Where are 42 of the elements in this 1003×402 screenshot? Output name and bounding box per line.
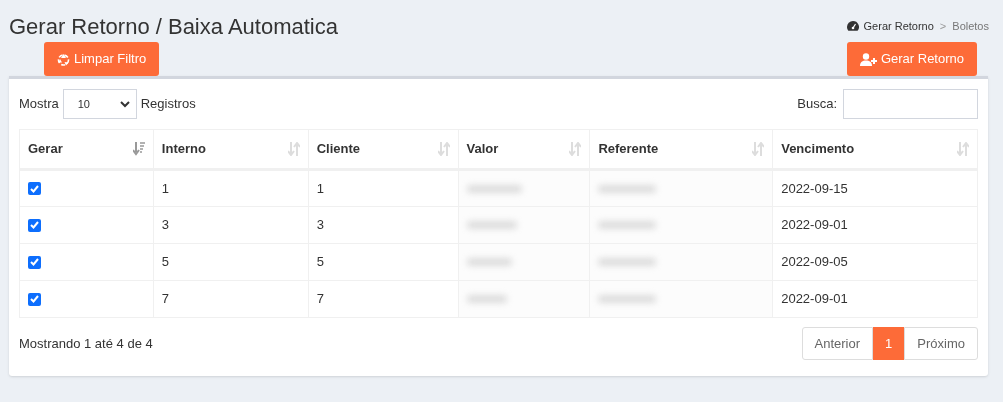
table-cell: 7: [153, 280, 309, 318]
page-button[interactable]: Próximo: [904, 327, 978, 360]
checkbox[interactable]: [28, 255, 41, 269]
table-cell: 1: [308, 169, 458, 207]
table-cell: 3: [153, 206, 309, 244]
checkbox[interactable]: [28, 218, 41, 232]
checkbox[interactable]: [28, 182, 41, 195]
page-title: Gerar Retorno / Baixa Automatica: [9, 12, 338, 41]
table-cell: 5: [153, 243, 309, 281]
table-cell: 3: [308, 206, 458, 244]
search-label: Busca:: [797, 95, 837, 114]
table-cell: 2022-09-01: [772, 280, 978, 318]
column-header[interactable]: Cliente: [308, 129, 458, 170]
breadcrumb-current: Boletos: [952, 18, 989, 34]
table-cell: 5: [308, 243, 458, 281]
column-header[interactable]: Vencimento: [772, 129, 978, 170]
sort-icon: [569, 142, 582, 156]
breadcrumb-link[interactable]: Gerar Retorno: [863, 17, 934, 35]
checkbox[interactable]: [28, 292, 41, 306]
sort-icon: [437, 142, 450, 156]
sort-descending-icon: [132, 142, 145, 156]
dashboard-icon: [846, 21, 859, 31]
table-info: Mostrando 1 até 4 de 4: [19, 334, 153, 353]
breadcrumb-separator: >: [939, 18, 947, 34]
add-user-icon: [859, 52, 877, 66]
table-cell: 2022-09-01: [772, 206, 978, 244]
page-button[interactable]: Anterior: [801, 327, 874, 360]
chevron-down-icon: [119, 100, 130, 108]
table-cell: 2022-09-15: [772, 169, 978, 207]
column-header[interactable]: Gerar: [19, 129, 154, 170]
length-label: Mostra: [19, 95, 59, 114]
length-label: Registros: [140, 95, 196, 114]
page-size-select[interactable]: 10: [62, 89, 137, 119]
table-cell: 7: [308, 280, 458, 318]
table-cell: 2022-09-05: [772, 243, 978, 281]
recycle-icon: [57, 52, 70, 66]
sort-icon: [957, 142, 969, 156]
table-cell: 1: [153, 169, 309, 207]
sort-icon: [752, 142, 765, 156]
sort-icon: [287, 142, 300, 156]
column-header[interactable]: Interno: [153, 129, 309, 170]
search-field[interactable]: [843, 89, 978, 119]
